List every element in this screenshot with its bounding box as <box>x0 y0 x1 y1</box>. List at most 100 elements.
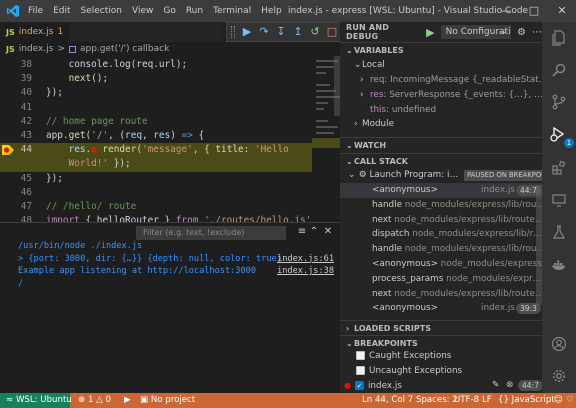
call-stack-frame[interactable]: process_params node_modules/expr… <box>340 272 542 287</box>
console-source-link[interactable]: index.js:61 <box>277 253 334 265</box>
debug-badge: 1 <box>564 138 574 148</box>
code-line[interactable]: 47 // /hello/ route <box>0 200 312 214</box>
remote-explorer-icon[interactable] <box>551 192 567 208</box>
frame-source: node_modules/express/lib/rou… <box>404 244 542 255</box>
close-panel-icon[interactable]: ✕ <box>322 226 334 238</box>
menu-view[interactable]: View <box>132 6 153 16</box>
code-line[interactable]: 38 console.log(req.url); <box>0 58 312 72</box>
line-number: 46 <box>20 186 32 198</box>
explorer-icon[interactable] <box>551 30 567 46</box>
step-into-icon[interactable]: ↧ <box>274 25 288 39</box>
project-indicator[interactable]: ▣ No project <box>140 393 195 408</box>
menu-help[interactable]: Help <box>261 6 282 16</box>
code-line[interactable]: 44 res.● render('message', { title: 'Hel… <box>0 143 312 158</box>
console-source-link[interactable]: index.js:38 <box>277 265 334 277</box>
call-stack-frame[interactable]: <anonymous> node_modules/express/li… <box>340 257 542 272</box>
code-line[interactable]: 40}); <box>0 86 312 100</box>
toolbar-drag-handle[interactable] <box>231 26 235 38</box>
launch-config-select[interactable]: No Configurati ⌄ <box>440 25 512 39</box>
line-number: 41 <box>20 101 32 113</box>
code-line[interactable]: 42 // home page route <box>0 115 312 129</box>
thread-launch-program[interactable]: ⌄ ⚙ Launch Program: i… PAUSED ON BREAKPO… <box>340 168 542 183</box>
menu-edit[interactable]: Edit <box>53 6 70 16</box>
menu-run[interactable]: Run <box>186 6 203 16</box>
breadcrumb-file[interactable]: index.js <box>19 44 54 54</box>
call-stack-frame[interactable]: handle node_modules/express/lib/rou… <box>340 198 542 213</box>
call-stack-frame[interactable]: <anonymous> index.js 44:7 <box>340 183 542 198</box>
testing-icon[interactable] <box>551 224 567 240</box>
frame-function: next <box>372 214 395 225</box>
call-stack-frame[interactable]: next node_modules/express/lib/route… <box>340 287 542 302</box>
docker-icon[interactable] <box>551 256 567 272</box>
breadcrumb-symbol[interactable]: app.get('/') callback <box>80 44 169 54</box>
tab-index-js[interactable]: JS index.js 1 <box>0 22 70 42</box>
notifications-bell-icon[interactable]: ♡ <box>566 393 574 408</box>
language-mode[interactable]: {} JavaScript <box>498 393 555 408</box>
source-control-icon[interactable] <box>551 94 567 110</box>
step-over-icon[interactable]: ↷ <box>257 25 271 39</box>
continue-icon[interactable]: ▶ <box>240 25 254 39</box>
code-line[interactable]: 43 app.get('/', (req, res) => { <box>0 129 312 143</box>
breakpoint-dot-icon: ● <box>344 381 351 390</box>
code-editor[interactable]: 38 console.log(req.url); 39 next(); 40}); 4… <box>0 56 340 222</box>
feedback-icon[interactable]: ☺ <box>554 393 563 408</box>
call-stack-frame[interactable]: handle node_modules/express/lib/rou… <box>340 242 542 257</box>
scope-module[interactable]: › Module <box>340 117 542 132</box>
code-line[interactable]: World!' }); <box>0 157 312 172</box>
clear-console-icon[interactable]: ≡ <box>296 226 308 238</box>
call-stack-section[interactable]: ⌄CALL STACK <box>340 153 542 169</box>
menu-file[interactable]: File <box>28 6 43 16</box>
debug-target-indicator[interactable]: ▶ <box>124 393 131 408</box>
line-ending[interactable]: LF <box>482 393 492 408</box>
breakpoint-row[interactable]: Uncaught Exceptions <box>340 364 542 379</box>
variable-row[interactable]: › res: ServerResponse {_events: {…}, … <box>340 88 542 103</box>
scope-local[interactable]: ⌄Local <box>340 58 542 73</box>
stop-icon[interactable]: □ <box>325 25 339 39</box>
step-out-icon[interactable]: ↥ <box>291 25 305 39</box>
code-line[interactable]: 41 <box>0 101 312 115</box>
start-debugging-icon[interactable]: ▶ <box>426 26 434 39</box>
variable-row[interactable]: this: undefined <box>340 103 542 118</box>
loaded-scripts-section[interactable]: › LOADED SCRIPTS <box>340 320 542 336</box>
extensions-icon[interactable] <box>551 160 567 176</box>
encoding[interactable]: UTF-8 <box>454 393 479 408</box>
code-line[interactable]: 48 import { helloRouter } from './routes/… <box>0 214 317 222</box>
breakpoint-checkbox[interactable]: ✓ <box>354 381 364 390</box>
gear-icon[interactable]: ⚙ <box>517 27 526 38</box>
call-stack-frame[interactable]: dispatch node_modules/express/lib/r… <box>340 227 542 242</box>
breakpoint-row[interactable]: ● ✓ index.js ✎ ⊗ 44:7 <box>340 378 542 393</box>
window-title: index.js - express [WSL: Ubuntu] - Visua… <box>288 6 529 16</box>
maximize-button[interactable]: □ <box>520 0 548 22</box>
watch-section[interactable]: ⌄WATCH <box>340 137 542 153</box>
account-icon[interactable] <box>551 336 567 352</box>
variables-section[interactable]: ⌄VARIABLES <box>340 42 542 58</box>
variable-row[interactable]: › req: IncomingMessage {_readableStat… <box>340 73 542 88</box>
edit-breakpoint-icon[interactable]: ✎ <box>492 378 499 393</box>
more-actions-icon[interactable]: ⋯ <box>532 27 542 38</box>
code-line[interactable]: 46 <box>0 186 312 200</box>
remote-indicator[interactable]: ≈ WSL: Ubuntu <box>0 393 72 408</box>
breakpoint-row[interactable]: Caught Exceptions <box>340 349 542 364</box>
code-line[interactable]: 39 next(); <box>0 72 312 86</box>
remove-breakpoint-icon[interactable]: ⊗ <box>506 378 513 393</box>
breakpoint-checkbox[interactable] <box>356 351 365 360</box>
restart-icon[interactable]: ↺ <box>308 25 322 39</box>
problems-indicator[interactable]: ⊗ 1 △ 0 <box>78 393 111 408</box>
console-filter-input[interactable]: Filter (e.g. text, !exclude) <box>136 226 286 240</box>
current-line-breakpoint-icon[interactable] <box>2 145 14 156</box>
breakpoint-checkbox[interactable] <box>356 365 365 375</box>
indentation[interactable]: Spaces: 2 <box>416 393 458 408</box>
menu-selection[interactable]: Selection <box>81 6 122 16</box>
cursor-position[interactable]: Ln 44, Col 7 <box>362 393 413 408</box>
minimize-button[interactable]: — <box>492 0 520 22</box>
call-stack-frame[interactable]: next node_modules/express/lib/route… <box>340 213 542 228</box>
manage-gear-icon[interactable] <box>551 368 567 384</box>
chevron-up-icon[interactable]: ⌃ <box>308 226 320 238</box>
menu-terminal[interactable]: Terminal <box>213 6 251 16</box>
code-line[interactable]: 45}); <box>0 172 312 186</box>
search-icon[interactable] <box>551 62 567 78</box>
close-window-button[interactable]: ✕ <box>548 0 576 22</box>
code-text: res.● render('message', { title: 'Hello <box>46 143 289 157</box>
call-stack-frame[interactable]: <anonymous> index.js 39:3 <box>340 301 542 316</box>
menu-go[interactable]: Go <box>163 6 175 16</box>
